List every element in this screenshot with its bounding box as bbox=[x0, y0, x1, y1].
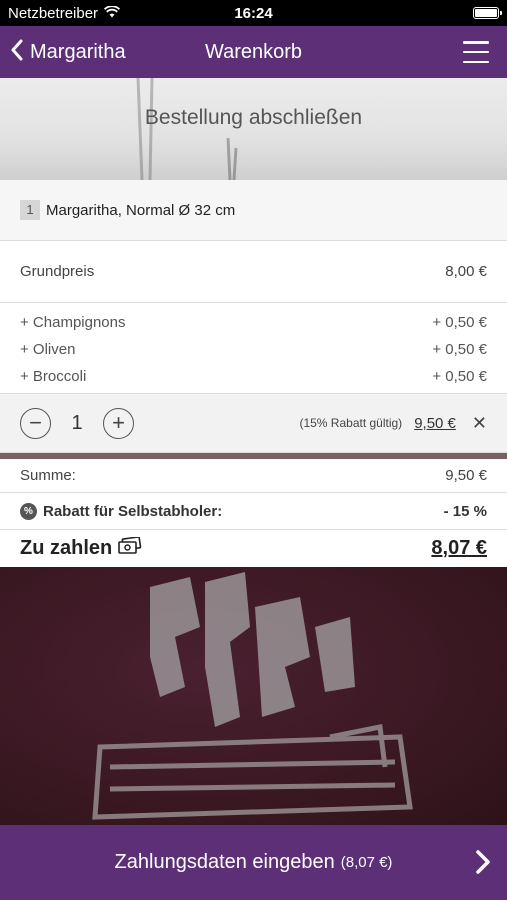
nav-bar: Margaritha Warenkorb bbox=[0, 26, 507, 78]
payment-button-label: Zahlungsdaten eingeben bbox=[114, 851, 335, 873]
order-summary: Summe: 9,50 € % Rabatt für Selbstabholer… bbox=[0, 459, 507, 567]
status-left: Netzbetreiber bbox=[8, 4, 121, 22]
total-label: Zu zahlen bbox=[20, 537, 113, 559]
item-quantity-badge: 1 bbox=[20, 200, 40, 220]
artwork-image bbox=[92, 572, 413, 820]
carrier-label: Netzbetreiber bbox=[8, 4, 99, 22]
subtotal-label: Summe: bbox=[20, 467, 76, 484]
enter-payment-button[interactable]: Zahlungsdaten eingeben (8,07 €) bbox=[0, 825, 507, 900]
discount-row: % Rabatt für Selbstabholer: - 15 % bbox=[0, 493, 507, 530]
hamburger-menu-icon[interactable] bbox=[463, 41, 489, 63]
back-button-label: Margaritha bbox=[30, 40, 126, 63]
extra-label: + Oliven bbox=[20, 341, 76, 358]
payment-button-amount: (8,07 €) bbox=[340, 854, 393, 871]
battery-icon bbox=[473, 7, 502, 19]
back-button[interactable]: Margaritha bbox=[0, 26, 126, 78]
discount-label-wrap: % Rabatt für Selbstabholer: bbox=[20, 502, 223, 520]
extra-item: + Oliven + 0,50 € bbox=[0, 336, 507, 363]
base-price-row: Grundpreis 8,00 € bbox=[0, 241, 507, 303]
extra-price: + 0,50 € bbox=[432, 341, 487, 358]
discount-note: (15% Rabatt gültig) bbox=[299, 416, 403, 430]
header-banner: Bestellung abschließen bbox=[0, 78, 507, 180]
wifi-icon bbox=[104, 4, 121, 22]
base-price-label: Grundpreis bbox=[20, 263, 95, 280]
minus-icon: − bbox=[29, 410, 42, 435]
discount-label: Rabatt für Selbstabholer: bbox=[43, 502, 223, 520]
increase-quantity-button[interactable]: + bbox=[103, 407, 134, 439]
cash-icon bbox=[118, 535, 142, 561]
subtotal-row: Summe: 9,50 € bbox=[0, 459, 507, 493]
background-artwork bbox=[0, 567, 507, 825]
quantity-value: 1 bbox=[71, 411, 83, 434]
decrease-quantity-button[interactable]: − bbox=[20, 407, 51, 439]
line-total[interactable]: 9,50 € bbox=[414, 415, 456, 432]
total-value: 8,07 € bbox=[431, 537, 487, 559]
extra-item: + Broccoli + 0,50 € bbox=[0, 363, 507, 390]
percent-badge-icon: % bbox=[20, 502, 37, 520]
remove-item-button[interactable]: ✕ bbox=[472, 413, 487, 434]
extras-list: + Champignons + 0,50 € + Oliven + 0,50 €… bbox=[0, 303, 507, 393]
chevron-right-icon bbox=[475, 850, 491, 879]
total-label-wrap: Zu zahlen bbox=[20, 535, 142, 561]
extra-price: + 0,50 € bbox=[432, 314, 487, 331]
item-name: Margaritha, Normal Ø 32 cm bbox=[46, 201, 236, 219]
plus-icon: + bbox=[112, 410, 125, 435]
banner-title: Bestellung abschließen bbox=[144, 106, 363, 129]
total-row: Zu zahlen 8,07 € bbox=[0, 530, 507, 567]
discount-value: - 15 % bbox=[443, 502, 487, 520]
chevron-left-icon bbox=[10, 39, 24, 66]
extra-price: + 0,50 € bbox=[432, 368, 487, 385]
extra-label: + Champignons bbox=[20, 314, 126, 331]
base-price-value: 8,00 € bbox=[445, 263, 487, 280]
status-bar: Netzbetreiber 16:24 bbox=[0, 0, 507, 26]
cart-item-header: 1 Margaritha, Normal Ø 32 cm bbox=[0, 180, 507, 241]
subtotal-value: 9,50 € bbox=[445, 467, 487, 484]
quantity-stepper-bar: − 1 + (15% Rabatt gültig) 9,50 € ✕ bbox=[0, 393, 507, 453]
extra-item: + Champignons + 0,50 € bbox=[0, 309, 507, 336]
extra-label: + Broccoli bbox=[20, 368, 87, 385]
